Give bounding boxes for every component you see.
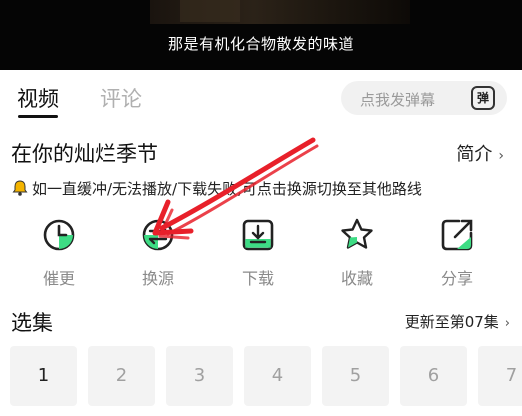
urge-update-button[interactable]: 催更 <box>29 215 89 289</box>
intro-label: 简介 <box>456 144 493 165</box>
action-label: 分享 <box>440 269 473 288</box>
intro-link[interactable]: 简介 › <box>456 140 504 166</box>
switch-source-icon <box>142 219 174 251</box>
episode-item[interactable]: 7 <box>478 346 522 406</box>
episode-item[interactable]: 3 <box>166 346 233 406</box>
danmu-placeholder: 点我发弹幕 <box>360 91 436 109</box>
episode-section-title: 选集 <box>11 311 53 335</box>
episode-header: 选集 更新至第07集 › <box>0 305 522 337</box>
action-label: 收藏 <box>340 269 373 288</box>
show-header: 在你的灿烂季节 简介 › <box>0 135 522 169</box>
episode-update-link[interactable]: 更新至第07集 › <box>405 311 510 332</box>
video-player[interactable]: 那是有机化合物散发的味道 <box>0 0 522 70</box>
switch-source-button[interactable]: 换源 <box>128 215 188 289</box>
episode-item[interactable]: 5 <box>322 346 389 406</box>
share-button[interactable]: 分享 <box>427 215 487 289</box>
show-title: 在你的灿烂季节 <box>11 142 158 166</box>
download-icon <box>242 219 274 251</box>
danmu-toggle-button[interactable]: 弹 <box>471 86 495 110</box>
episode-item[interactable]: 4 <box>244 346 311 406</box>
bell-icon <box>12 180 28 196</box>
action-bar: 催更 换源 下载 收藏 分享 <box>0 215 522 290</box>
video-frame-highlight <box>180 0 240 22</box>
action-label: 下载 <box>241 269 274 288</box>
tab-active-indicator <box>18 115 58 118</box>
episode-item[interactable]: 1 <box>10 346 77 406</box>
video-subtitle: 那是有机化合物散发的味道 <box>167 35 354 53</box>
episode-item[interactable]: 2 <box>88 346 155 406</box>
chevron-right-icon: › <box>498 148 504 164</box>
episode-item[interactable]: 6 <box>400 346 467 406</box>
tab-comments[interactable]: 评论 <box>100 83 142 113</box>
share-icon <box>441 219 473 251</box>
episode-list: 1 2 3 4 5 6 7 <box>10 346 522 408</box>
favorite-button[interactable]: 收藏 <box>327 215 387 289</box>
star-icon <box>341 218 373 249</box>
action-label: 催更 <box>42 269 75 288</box>
chevron-right-icon: › <box>504 316 510 331</box>
episode-update-status: 更新至第07集 <box>404 313 499 331</box>
danmu-input[interactable]: 点我发弹幕 弹 <box>341 81 507 115</box>
tab-video[interactable]: 视频 <box>17 83 59 113</box>
action-label: 换源 <box>141 269 174 288</box>
notice-text: 如一直缓冲/无法播放/下载失败,可点击换源切换至其他路线 <box>32 180 422 198</box>
clock-icon <box>43 219 75 251</box>
playback-notice: 如一直缓冲/无法播放/下载失败,可点击换源切换至其他路线 <box>11 178 422 198</box>
download-button[interactable]: 下载 <box>228 215 288 289</box>
tab-bar: 视频 评论 点我发弹幕 弹 <box>0 70 522 122</box>
